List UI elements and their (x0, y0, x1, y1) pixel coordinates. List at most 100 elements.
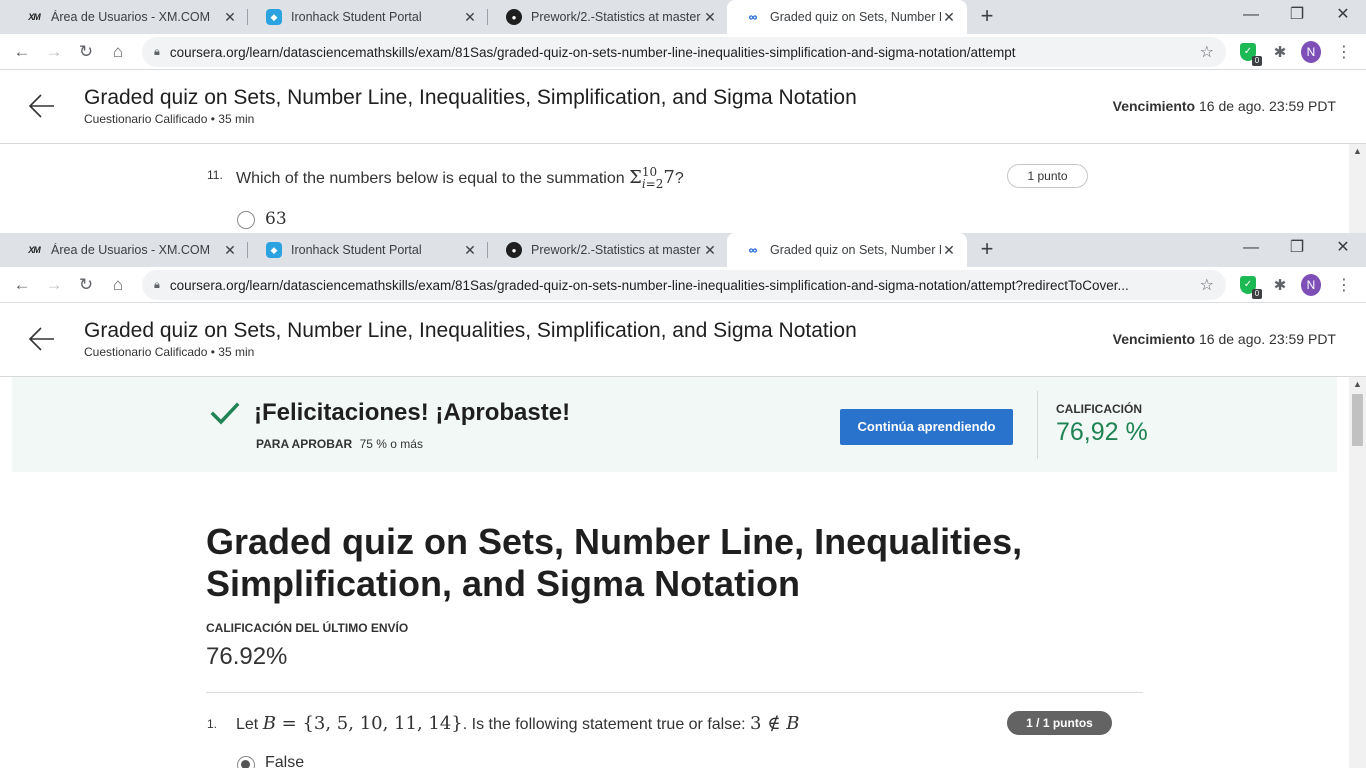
back-arrow-icon[interactable] (28, 325, 56, 353)
reload-icon[interactable]: ↻ (74, 273, 98, 297)
checkmark-icon (210, 399, 240, 429)
back-icon[interactable]: ← (10, 40, 34, 64)
close-icon[interactable]: ✕ (941, 9, 957, 26)
tab-title: Prework/2.-Statistics at master · N (531, 10, 702, 24)
question-11: 11. Which of the numbers below is equal … (0, 145, 1349, 233)
scrollbar[interactable]: ▲ (1349, 144, 1366, 233)
close-icon[interactable]: ✕ (222, 9, 238, 26)
results-title: Graded quiz on Sets, Number Line, Inequa… (206, 521, 1023, 604)
question-text-label: Which of the numbers below is equal to t… (236, 170, 625, 187)
minimize-icon[interactable]: — (1228, 233, 1274, 265)
address-bar[interactable]: 🔒︎ coursera.org/learn/datasciencemathski… (142, 270, 1226, 300)
tab-title: Ironhack Student Portal (291, 243, 422, 257)
close-icon[interactable]: ✕ (222, 242, 238, 259)
tab-title: Área de Usuarios - XM.COM (51, 243, 211, 257)
new-tab-icon[interactable]: + (975, 5, 999, 29)
due-date: Vencimiento 16 de ago. 23:59 PDT (1113, 98, 1336, 114)
tab-title: Área de Usuarios - XM.COM (51, 10, 211, 24)
tab-ironhack[interactable]: ◆ Ironhack Student Portal ✕ (248, 0, 488, 34)
pass-value: 75 % o más (359, 437, 423, 451)
forward-icon[interactable]: → (42, 40, 66, 64)
url-text[interactable]: coursera.org/learn/datasciencemathskills… (170, 45, 1192, 60)
address-bar[interactable]: 🔒︎ coursera.org/learn/datasciencemathski… (142, 37, 1226, 67)
home-icon[interactable]: ⌂ (106, 273, 130, 297)
continue-learning-button[interactable]: Continúa aprendiendo (840, 409, 1013, 445)
close-icon[interactable]: ✕ (702, 9, 718, 26)
scroll-up-icon[interactable]: ▲ (1353, 146, 1362, 156)
scroll-up-icon[interactable]: ▲ (1353, 379, 1362, 389)
tab-title: Prework/2.-Statistics at master · N (531, 243, 702, 257)
question-number: 1. (207, 717, 218, 731)
browser-toolbar: ← → ↻ ⌂ 🔒︎ coursera.org/learn/datascienc… (0, 267, 1366, 303)
option-radio[interactable] (237, 211, 255, 229)
page-title: Graded quiz on Sets, Number Line, Inequa… (84, 86, 857, 109)
close-icon[interactable]: ✕ (462, 242, 478, 259)
restore-icon[interactable]: ❐ (1274, 0, 1320, 32)
last-submission-label: CALIFICACIÓN DEL ÚLTIMO ENVÍO (206, 621, 409, 635)
due-value: 16 de ago. 23:59 PDT (1199, 331, 1336, 347)
scrollbar-thumb[interactable] (1352, 394, 1363, 446)
puzzle-extensions-icon[interactable]: ✱ (1270, 275, 1290, 295)
extension-badge: 0 (1252, 56, 1262, 66)
pass-label: PARA APROBAR (256, 437, 353, 451)
tab-github[interactable]: ● Prework/2.-Statistics at master · N ✕ (488, 0, 728, 34)
scrollbar[interactable]: ▲ (1349, 377, 1366, 768)
reload-icon[interactable]: ↻ (74, 40, 98, 64)
tab-title: Ironhack Student Portal (291, 10, 422, 24)
restore-icon[interactable]: ❐ (1274, 233, 1320, 265)
due-date: Vencimiento 16 de ago. 23:59 PDT (1113, 331, 1336, 347)
tab-bar: XM Área de Usuarios - XM.COM ✕ ◆ Ironhac… (0, 0, 1366, 34)
pass-banner: ¡Felicitaciones! ¡Aprobaste! PARA APROBA… (12, 377, 1337, 472)
back-arrow-icon[interactable] (28, 92, 56, 120)
bookmark-star-icon[interactable]: ☆ (1200, 275, 1214, 295)
points-badge: 1 punto (1007, 164, 1088, 188)
menu-kebab-icon[interactable]: ⋮ (1334, 275, 1354, 295)
close-icon[interactable]: ✕ (462, 9, 478, 26)
forward-icon[interactable]: → (42, 273, 66, 297)
pass-title: ¡Felicitaciones! ¡Aprobaste! (254, 399, 571, 426)
github-favicon-icon: ● (506, 9, 522, 25)
home-icon[interactable]: ⌂ (106, 40, 130, 64)
tab-ironhack[interactable]: ◆ Ironhack Student Portal ✕ (248, 233, 488, 267)
page-subtitle: Cuestionario Calificado • 35 min (84, 112, 255, 126)
tab-xm[interactable]: XM Área de Usuarios - XM.COM ✕ (8, 0, 248, 34)
shield-extension-icon[interactable]: ✓ 0 (1238, 42, 1262, 66)
browser-toolbar: ← → ↻ ⌂ 🔒︎ coursera.org/learn/datascienc… (0, 34, 1366, 70)
option-radio-selected[interactable] (237, 756, 255, 768)
question-text-rest: . Is the following statement true or fal… (462, 716, 746, 733)
divider (1037, 391, 1038, 459)
close-window-icon[interactable]: ✕ (1320, 0, 1366, 32)
close-window-icon[interactable]: ✕ (1320, 233, 1366, 265)
profile-avatar[interactable]: N (1301, 41, 1321, 63)
tab-github[interactable]: ● Prework/2.-Statistics at master · N ✕ (488, 233, 728, 267)
question-text: Which of the numbers below is equal to t… (236, 165, 684, 191)
github-favicon-icon: ● (506, 242, 522, 258)
bookmark-star-icon[interactable]: ☆ (1200, 42, 1214, 62)
extension-badge: 0 (1252, 289, 1262, 299)
close-icon[interactable]: ✕ (702, 242, 718, 259)
minimize-icon[interactable]: — (1228, 0, 1274, 32)
question-text: Let B = {3, 5, 10, 11, 14}. Is the follo… (236, 713, 800, 734)
pass-requirement: PARA APROBAR 75 % o más (256, 437, 423, 451)
set-expression: B = {3, 5, 10, 11, 14} (262, 713, 463, 734)
quiz-header: Graded quiz on Sets, Number Line, Inequa… (0, 303, 1366, 377)
tab-xm[interactable]: XM Área de Usuarios - XM.COM ✕ (8, 233, 248, 267)
ironhack-favicon-icon: ◆ (266, 242, 282, 258)
page-title: Graded quiz on Sets, Number Line, Inequa… (84, 319, 857, 342)
profile-avatar[interactable]: N (1301, 274, 1321, 296)
coursera-favicon-icon: ∞ (748, 10, 758, 24)
tab-coursera[interactable]: ∞ Graded quiz on Sets, Number Lin ✕ (727, 0, 967, 34)
xm-favicon-icon: XM (28, 245, 41, 255)
page-subtitle: Cuestionario Calificado • 35 min (84, 345, 255, 359)
tab-coursera[interactable]: ∞ Graded quiz on Sets, Number Lin ✕ (727, 233, 967, 267)
close-icon[interactable]: ✕ (941, 242, 957, 259)
option-label: 63 (265, 209, 287, 229)
shield-extension-icon[interactable]: ✓ 0 (1238, 275, 1262, 299)
due-label: Vencimiento (1112, 331, 1196, 347)
due-value: 16 de ago. 23:59 PDT (1199, 98, 1336, 114)
new-tab-icon[interactable]: + (975, 238, 999, 262)
puzzle-extensions-icon[interactable]: ✱ (1270, 42, 1290, 62)
url-text[interactable]: coursera.org/learn/datasciencemathskills… (170, 278, 1192, 293)
back-icon[interactable]: ← (10, 273, 34, 297)
menu-kebab-icon[interactable]: ⋮ (1334, 42, 1354, 62)
